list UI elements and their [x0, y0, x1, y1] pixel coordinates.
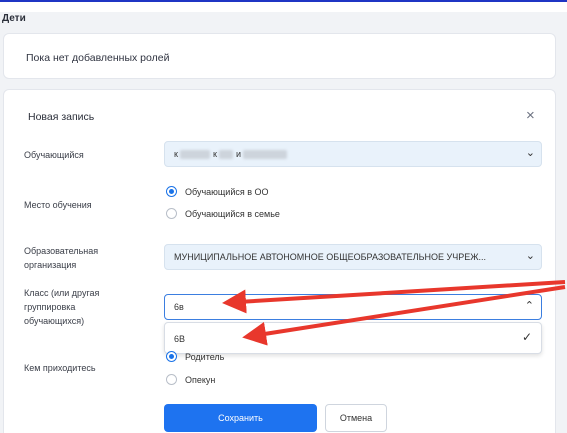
radio-selected-icon: [166, 351, 177, 362]
radio-empty-icon: [166, 208, 177, 219]
class-option[interactable]: 6В: [174, 334, 185, 344]
class-dropdown: 6В ✓: [164, 322, 542, 354]
entry-title: Новая запись: [28, 111, 95, 123]
radio-selected-icon: [166, 186, 177, 197]
close-icon[interactable]: ×: [526, 108, 535, 123]
student-select[interactable]: к к и ⌄: [164, 141, 542, 167]
cancel-button[interactable]: Отмена: [325, 404, 387, 432]
check-icon: ✓: [521, 330, 532, 344]
radio-in-school[interactable]: Обучающийся в ОО: [166, 186, 269, 197]
roles-empty-text: Пока нет добавленных ролей: [26, 52, 170, 64]
redacted-block: [219, 150, 234, 160]
chevron-down-icon: ⌄: [525, 250, 535, 262]
organization-label: Образовательная организация: [24, 246, 99, 270]
top-border: [0, 0, 567, 12]
radio-empty-icon: [166, 374, 177, 385]
redacted-block: [243, 150, 288, 160]
organization-value: МУНИЦИПАЛЬНОЕ АВТОНОМНОЕ ОБЩЕОБРАЗОВАТЕЛ…: [174, 252, 487, 262]
radio-family-education[interactable]: Обучающийся в семье: [166, 208, 280, 219]
organization-select[interactable]: МУНИЦИПАЛЬНОЕ АВТОНОМНОЕ ОБЩЕОБРАЗОВАТЕЛ…: [164, 244, 542, 270]
class-label: Класс (или другая группировка обучающихс…: [24, 288, 100, 326]
redacted-block: [180, 150, 211, 160]
chevron-up-icon: ⌃: [524, 300, 534, 312]
radio-guardian[interactable]: Опекун: [166, 374, 215, 385]
section-title: Дети: [2, 13, 26, 24]
student-value: к к и: [174, 149, 288, 160]
radio-parent[interactable]: Родитель: [166, 351, 224, 362]
relation-label: Кем приходитесь: [24, 363, 96, 373]
save-button[interactable]: Сохранить: [164, 404, 317, 432]
student-label: Обучающийся: [24, 150, 84, 160]
study-place-label: Место обучения: [24, 200, 92, 210]
roles-card: Пока нет добавленных ролей: [3, 33, 556, 79]
chevron-down-icon: ⌄: [525, 147, 535, 159]
class-select[interactable]: 6в ⌃: [164, 294, 542, 320]
class-value: 6в: [174, 302, 184, 312]
